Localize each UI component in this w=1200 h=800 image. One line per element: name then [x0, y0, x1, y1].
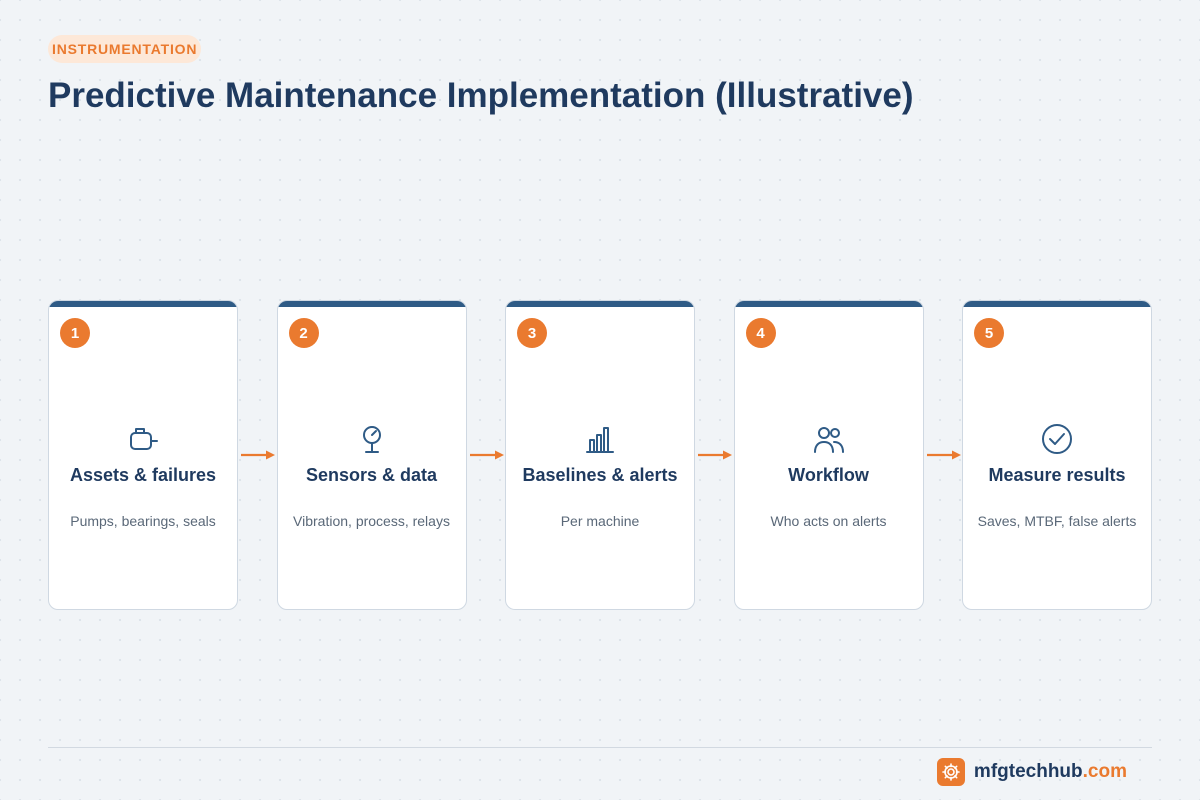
step-description: Who acts on alerts [770, 513, 887, 529]
card-top-bar [734, 301, 923, 307]
step-card-1: 1 Assets & failures Pumps, bearings, sea… [48, 300, 238, 610]
step-card-3: 3 Baselines & alerts Per machine [505, 300, 695, 610]
step-number-badge: 1 [60, 318, 90, 348]
step-card-5: 5 Measure results Saves, MTBF, false ale… [962, 300, 1152, 610]
step-number-badge: 2 [288, 318, 319, 348]
gear-icon [936, 758, 965, 786]
step-number-badge: 4 [745, 318, 776, 348]
process-steps: 1 Assets & failures Pumps, bearings, sea… [48, 300, 1152, 610]
step-description: Pumps, bearings, seals [70, 513, 216, 529]
category-tag: INSTRUMENTATION [48, 35, 202, 63]
step-title: Measure results [988, 465, 1126, 485]
arrow-right-icon [240, 448, 276, 462]
brand-tld: .com [1082, 761, 1127, 782]
step-title: Workflow [788, 465, 869, 485]
step-card-4: 4 Workflow Who acts on alerts [733, 300, 924, 610]
gauge-icon [354, 421, 390, 457]
users-icon [811, 421, 847, 457]
footer-divider [48, 747, 1152, 748]
step-title: Baselines & alerts [522, 465, 678, 485]
step-card-2: 2 Sensors & data Vibration, process, rel… [276, 300, 467, 610]
card-top-bar [277, 301, 466, 307]
brand-logo: mfgtechhub .com [936, 758, 1127, 786]
step-number-badge: 3 [517, 318, 547, 348]
bar-chart-icon [582, 421, 618, 457]
card-top-bar [49, 301, 237, 307]
step-description: Saves, MTBF, false alerts [977, 513, 1137, 529]
page-title: Predictive Maintenance Implementation (I… [48, 76, 914, 115]
arrow-right-icon [697, 448, 733, 462]
step-number-badge: 5 [974, 318, 1004, 348]
step-description: Per machine [560, 513, 640, 529]
motor-icon [125, 421, 161, 457]
step-description: Vibration, process, relays [293, 513, 450, 529]
arrow-right-icon [926, 448, 962, 462]
brand-name: mfgtechhub [973, 761, 1083, 782]
card-top-bar [963, 301, 1151, 307]
check-circle-icon [1039, 421, 1075, 457]
step-title: Assets & failures [69, 465, 217, 485]
card-top-bar [506, 301, 694, 307]
arrow-right-icon [469, 448, 505, 462]
step-title: Sensors & data [305, 465, 438, 485]
